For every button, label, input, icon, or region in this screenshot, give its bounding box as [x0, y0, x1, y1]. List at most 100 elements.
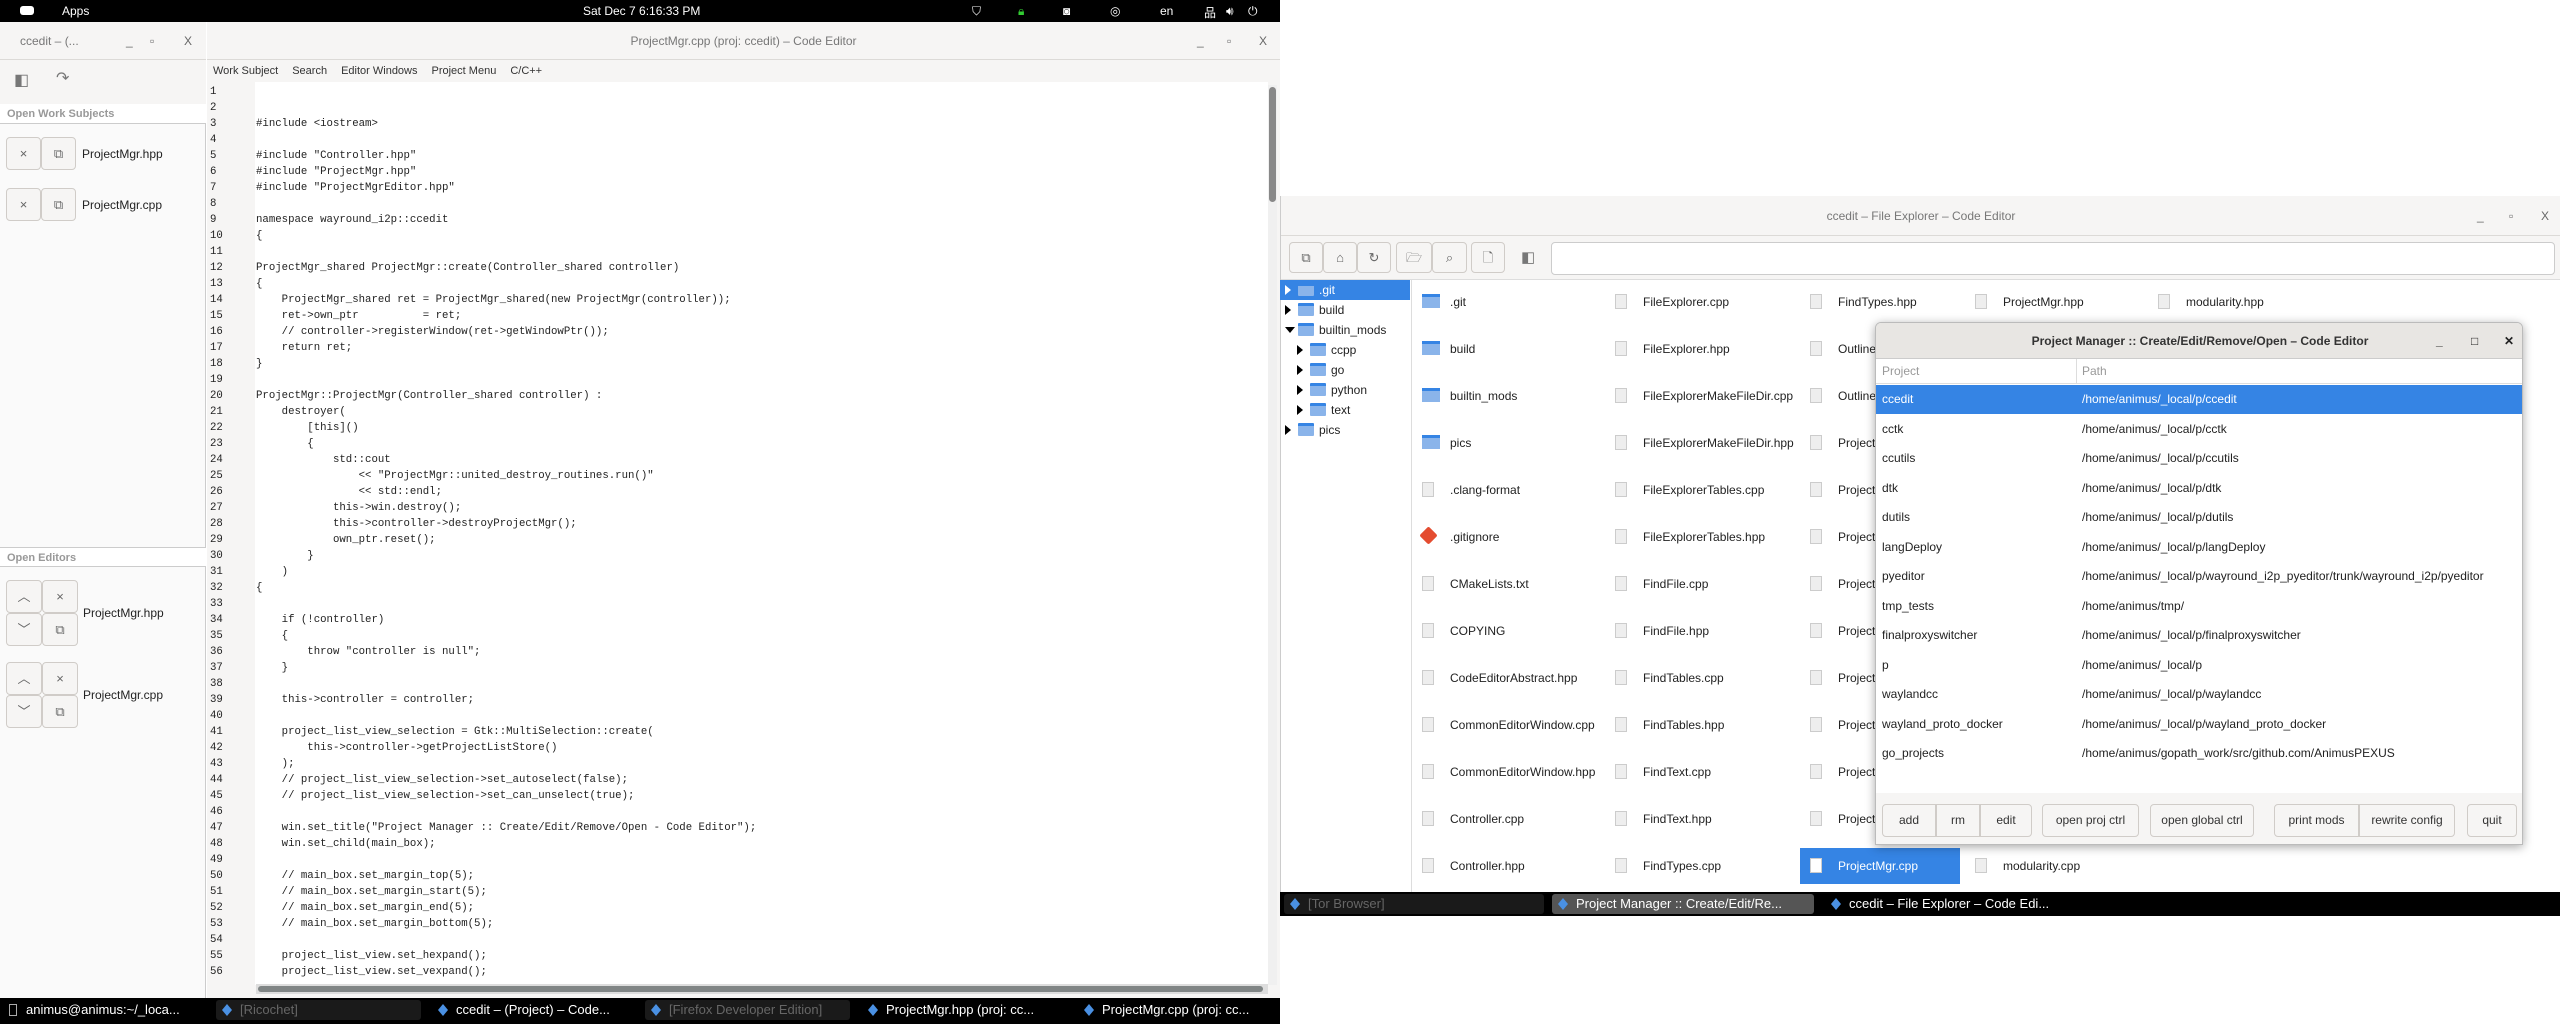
explorer-titlebar[interactable]: ccedit – File Explorer – Code Editor _ ▫… [1281, 196, 2560, 236]
project-row[interactable]: dutils/home/animus/_local/p/dutils [1876, 503, 2522, 532]
vertical-scrollbar[interactable] [1268, 85, 1277, 985]
close-button[interactable]: X [1259, 22, 1267, 60]
code-line[interactable]: project_list_view.set_hexpand(); [256, 948, 487, 964]
file-item[interactable]: FileExplorerTables.hpp [1605, 519, 1795, 555]
maximize-button[interactable]: □ [2471, 323, 2478, 359]
activities-icon[interactable] [20, 6, 34, 15]
tree-item[interactable]: python [1280, 380, 1410, 400]
discord-icon[interactable]: ◙ [1063, 4, 1070, 18]
tree-item[interactable]: build [1280, 300, 1410, 320]
file-item[interactable]: FileExplorerTables.cpp [1605, 472, 1795, 508]
move-down-button[interactable]: ﹀ [6, 695, 42, 728]
taskbar-item[interactable]: animus@animus:~/_loca... [2, 1000, 207, 1020]
expander-closed-icon[interactable] [1297, 405, 1303, 415]
code-line[interactable]: { [256, 628, 288, 644]
new-editor-button[interactable]: ⧉ [41, 137, 76, 170]
taskbar-item[interactable]: ProjectMgr.cpp (proj: cc... [1078, 1000, 1278, 1020]
file-item[interactable]: FindFile.cpp [1605, 566, 1795, 602]
file-item[interactable]: build [1412, 331, 1602, 367]
maximize-button[interactable]: ▫ [150, 22, 154, 60]
file-item[interactable]: FindText.hpp [1605, 801, 1795, 837]
new-editor-button[interactable]: ⧉ [41, 188, 76, 221]
expander-closed-icon[interactable] [1297, 345, 1303, 355]
file-item[interactable]: .gitignore [1412, 519, 1602, 555]
code-line[interactable]: std::cout [256, 452, 391, 468]
column-header-path[interactable]: Path [2082, 359, 2107, 384]
file-item[interactable]: CodeEditorAbstract.hpp [1412, 660, 1602, 696]
code-line[interactable]: ProjectMgr_shared ret = ProjectMgr_share… [256, 292, 731, 308]
code-line[interactable]: { [256, 436, 313, 452]
code-line[interactable]: win.set_child(main_box); [256, 836, 436, 852]
menu-item-project-menu[interactable]: Project Menu [432, 65, 497, 77]
tree-item[interactable]: pics [1280, 420, 1410, 440]
code-line[interactable]: } [256, 660, 288, 676]
project-row[interactable]: p/home/animus/_local/p [1876, 651, 2522, 680]
expander-closed-icon[interactable] [1285, 285, 1291, 295]
expander-open-icon[interactable] [1285, 327, 1295, 333]
rewrite-config-button[interactable]: rewrite config [2359, 804, 2455, 837]
file-item[interactable]: FileExplorer.cpp [1605, 284, 1795, 320]
code-line[interactable]: this->controller->destroyProjectMgr(); [256, 516, 577, 532]
tree-item[interactable]: builtin_mods [1280, 320, 1410, 340]
file-item[interactable]: modularity.hpp [2148, 284, 2348, 320]
network-icon[interactable]: 品 [1204, 4, 1216, 21]
move-down-button[interactable]: ﹀ [6, 613, 42, 646]
maximize-button[interactable]: ▫ [1227, 22, 1231, 60]
home-button[interactable]: ⌂ [1323, 242, 1357, 273]
code-line[interactable]: #include "Controller.hpp" [256, 148, 416, 164]
file-item[interactable]: ProjectMgr.cpp [1800, 848, 1960, 884]
project-row[interactable]: dtk/home/animus/_local/p/dtk [1876, 474, 2522, 503]
minimize-button[interactable]: _ [2436, 323, 2443, 359]
menu-item-c-c-[interactable]: C/C++ [510, 65, 542, 77]
move-up-button[interactable]: ︿ [6, 662, 42, 695]
file-item[interactable]: builtin_mods [1412, 378, 1602, 414]
close-editor-button[interactable]: × [42, 580, 78, 613]
code-line[interactable]: } [256, 548, 313, 564]
file-item[interactable]: CMakeLists.txt [1412, 566, 1602, 602]
side-window-titlebar[interactable]: ccedit – (... _ ▫ X [0, 22, 206, 60]
file-item[interactable]: Controller.hpp [1412, 848, 1602, 884]
expander-closed-icon[interactable] [1285, 425, 1291, 435]
minimize-button[interactable]: _ [1197, 22, 1204, 60]
open-global-ctrl-button[interactable]: open global ctrl [2150, 804, 2254, 837]
code-line[interactable]: << std::endl; [256, 484, 442, 500]
code-line[interactable]: destroyer( [256, 404, 346, 420]
project-row[interactable]: ccedit/home/animus/_local/p/ccedit [1876, 385, 2522, 414]
close-work-subject-button[interactable]: × [6, 188, 41, 221]
code-line[interactable]: ) [256, 564, 288, 580]
menu-item-work-subject[interactable]: Work Subject [213, 65, 278, 77]
file-item[interactable]: FindText.cpp [1605, 754, 1795, 790]
redo-icon[interactable]: ↷ [56, 68, 69, 88]
sidebar-toggle-icon[interactable]: ◧ [1521, 248, 1535, 266]
column-header-project[interactable]: Project [1882, 359, 1919, 384]
tor-icon[interactable]: ⛉ [972, 4, 981, 19]
steam-icon[interactable]: ◎ [1110, 4, 1120, 18]
tree-item[interactable]: .git [1280, 280, 1410, 300]
taskbar-item[interactable]: [Tor Browser] [1284, 894, 1544, 914]
new-editor-button[interactable]: ⧉ [42, 695, 78, 728]
edit-button[interactable]: edit [1980, 804, 2032, 837]
file-item[interactable]: FindFile.hpp [1605, 613, 1795, 649]
taskbar-item[interactable]: Project Manager :: Create/Edit/Re... [1552, 894, 1814, 914]
file-item[interactable]: pics [1412, 425, 1602, 461]
file-item[interactable]: FindTables.hpp [1605, 707, 1795, 743]
code-line[interactable]: { [256, 276, 262, 292]
minimize-button[interactable]: _ [2477, 196, 2484, 236]
expander-closed-icon[interactable] [1297, 385, 1303, 395]
sidebar-toggle-icon[interactable]: ◧ [14, 70, 29, 90]
power-icon[interactable]: ⏻ [1248, 4, 1258, 19]
taskbar-item[interactable]: ccedit – (Project) – Code... [432, 1000, 642, 1020]
close-work-subject-button[interactable]: × [6, 137, 41, 170]
file-item[interactable]: .git [1412, 284, 1602, 320]
taskbar-item[interactable]: [Ricochet] [216, 1000, 421, 1020]
minimize-button[interactable]: _ [126, 22, 133, 60]
clock[interactable]: Sat Dec 7 6:16:33 PM [583, 4, 700, 18]
quit-button[interactable]: quit [2467, 804, 2517, 837]
taskbar-item[interactable]: ccedit – File Explorer – Code Edi... [1825, 894, 2125, 914]
code-line[interactable]: // main_box.set_margin_bottom(5); [256, 916, 494, 932]
close-copy-button[interactable]: ⧉ [1289, 242, 1323, 273]
file-item[interactable]: FileExplorer.hpp [1605, 331, 1795, 367]
file-item[interactable]: FindTypes.cpp [1605, 848, 1795, 884]
code-line[interactable]: // project_list_view_selection->set_auto… [256, 772, 628, 788]
code-line[interactable]: // main_box.set_margin_top(5); [256, 868, 474, 884]
